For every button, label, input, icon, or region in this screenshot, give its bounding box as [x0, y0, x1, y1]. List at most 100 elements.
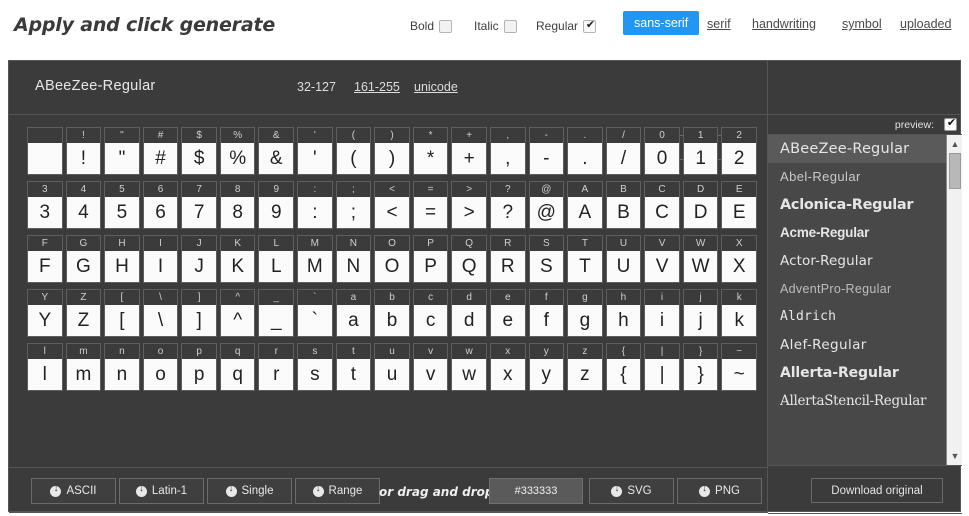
- color-value-field[interactable]: #333333: [489, 478, 583, 504]
- glyph-box[interactable]: f: [528, 305, 565, 337]
- glyph-box[interactable]: 6: [142, 197, 179, 229]
- glyph-cell[interactable]: [[: [104, 289, 140, 337]
- glyph-cell[interactable]: 11: [682, 127, 719, 175]
- glyph-cell[interactable]: 77: [181, 181, 217, 229]
- glyph-box[interactable]: /: [605, 143, 642, 175]
- glyph-cell[interactable]: ` `: [297, 289, 333, 337]
- export-png-button[interactable]: PNG: [677, 478, 762, 504]
- glyph-cell[interactable]: SS: [528, 235, 565, 283]
- glyph-cell[interactable]: PP: [412, 235, 449, 283]
- glyph-cell[interactable]: + +: [451, 127, 487, 175]
- glyph-box[interactable]: =: [412, 197, 449, 229]
- glyph-box[interactable]: 7: [181, 197, 217, 229]
- glyph-box[interactable]: W: [682, 251, 719, 283]
- glyph-cell[interactable]: ??: [489, 181, 526, 229]
- glyph-box[interactable]: V: [644, 251, 680, 283]
- glyph-cell[interactable]: 55: [104, 181, 140, 229]
- glyph-box[interactable]: [: [104, 305, 140, 337]
- glyph-box[interactable]: ': [297, 143, 333, 175]
- glyph-cell[interactable]: II: [142, 235, 179, 283]
- tab-serif[interactable]: serif: [705, 13, 733, 35]
- glyph-box[interactable]: E: [721, 197, 757, 229]
- glyph-box[interactable]: ?: [489, 197, 526, 229]
- glyph-box[interactable]: B: [605, 197, 642, 229]
- glyph-box[interactable]: N: [335, 251, 372, 283]
- glyph-box[interactable]: c: [412, 305, 449, 337]
- glyph-cell[interactable]: OO: [374, 235, 410, 283]
- glyph-box[interactable]: u: [374, 359, 410, 391]
- glyph-cell[interactable]: ff: [528, 289, 565, 337]
- glyph-cell[interactable]: ' ': [297, 127, 333, 175]
- glyph-cell[interactable]: hh: [605, 289, 642, 337]
- glyph-cell[interactable]: vv: [412, 343, 449, 391]
- glyph-box[interactable]: 1: [682, 143, 719, 175]
- glyph-box[interactable]: I: [142, 251, 179, 283]
- glyph-cell[interactable]: TT: [567, 235, 603, 283]
- glyph-box[interactable]: [27, 143, 63, 175]
- font-list-item[interactable]: Actor-Regular: [768, 247, 946, 275]
- glyph-box[interactable]: w: [451, 359, 487, 391]
- glyph-box[interactable]: ": [104, 143, 140, 175]
- glyph-box[interactable]: -: [528, 143, 565, 175]
- glyph-box[interactable]: (: [335, 143, 372, 175]
- glyph-cell[interactable]: mm: [65, 343, 102, 391]
- glyph-cell[interactable]: WW: [682, 235, 719, 283]
- glyph-box[interactable]: F: [27, 251, 63, 283]
- glyph-cell[interactable]: dd: [451, 289, 487, 337]
- glyph-box[interactable]: K: [219, 251, 256, 283]
- glyph-box[interactable]: *: [412, 143, 449, 175]
- glyph-box[interactable]: Q: [451, 251, 487, 283]
- glyph-box[interactable]: z: [567, 359, 603, 391]
- glyph-box[interactable]: J: [181, 251, 217, 283]
- glyph-cell[interactable]: & &: [258, 127, 295, 175]
- glyph-box[interactable]: H: [104, 251, 140, 283]
- unicode-link[interactable]: unicode: [414, 80, 458, 94]
- glyph-cell[interactable]: QQ: [451, 235, 487, 283]
- italic-checkbox[interactable]: [503, 19, 517, 33]
- glyph-box[interactable]: e: [489, 305, 526, 337]
- glyph-cell[interactable]: 88: [219, 181, 256, 229]
- glyph-cell[interactable]: rr: [258, 343, 295, 391]
- glyph-box[interactable]: P: [412, 251, 449, 283]
- glyph-cell[interactable]: * *: [412, 127, 449, 175]
- glyph-cell[interactable]: oo: [142, 343, 179, 391]
- glyph-box[interactable]: |: [644, 359, 680, 391]
- glyph-box[interactable]: m: [65, 359, 102, 391]
- glyph-cell[interactable]: 22: [721, 127, 757, 175]
- scroll-up-arrow-icon[interactable]: ▲: [947, 137, 962, 151]
- glyph-cell[interactable]: GG: [65, 235, 102, 283]
- glyph-cell[interactable]: ((: [335, 127, 372, 175]
- glyph-cell[interactable]: ss: [297, 343, 333, 391]
- glyph-cell[interactable]: RR: [489, 235, 526, 283]
- glyph-cell[interactable]: # #: [142, 127, 179, 175]
- glyph-box[interactable]: ]: [181, 305, 217, 337]
- glyph-box[interactable]: o: [142, 359, 179, 391]
- glyph-cell[interactable]: ;;: [335, 181, 372, 229]
- glyph-cell[interactable]: zz: [567, 343, 603, 391]
- font-list-scrollbar[interactable]: ▲ ▼: [946, 135, 962, 465]
- glyph-box[interactable]: ): [374, 143, 410, 175]
- glyph-box[interactable]: \: [142, 305, 179, 337]
- glyph-box[interactable]: 0: [644, 143, 680, 175]
- glyph-box[interactable]: y: [528, 359, 565, 391]
- glyph-box[interactable]: 4: [65, 197, 102, 229]
- glyph-cell[interactable]: !!: [65, 127, 102, 175]
- glyph-cell[interactable]: XX: [721, 235, 757, 283]
- glyph-cell[interactable]: tt: [335, 343, 372, 391]
- glyph-box[interactable]: S: [528, 251, 565, 283]
- glyph-cell[interactable]: ee: [489, 289, 526, 337]
- glyph-box[interactable]: D: [682, 197, 719, 229]
- glyph-cell[interactable]: NN: [335, 235, 372, 283]
- glyph-cell[interactable]: BB: [605, 181, 642, 229]
- preview-checkbox[interactable]: [944, 116, 958, 131]
- glyph-box[interactable]: M: [297, 251, 333, 283]
- font-list[interactable]: ABeeZee-Regular Abel-Regular Aclonica-Regu…: [768, 135, 962, 465]
- glyph-cell[interactable]: YY: [27, 289, 63, 337]
- glyph-box[interactable]: n: [104, 359, 140, 391]
- font-list-item[interactable]: AdventPro-Regular: [768, 275, 946, 303]
- glyph-cell[interactable]: {{: [605, 343, 642, 391]
- export-svg-button[interactable]: SVG: [589, 478, 674, 504]
- glyph-box[interactable]: U: [605, 251, 642, 283]
- glyph-box[interactable]: a: [335, 305, 372, 337]
- glyph-cell[interactable]: AA: [567, 181, 603, 229]
